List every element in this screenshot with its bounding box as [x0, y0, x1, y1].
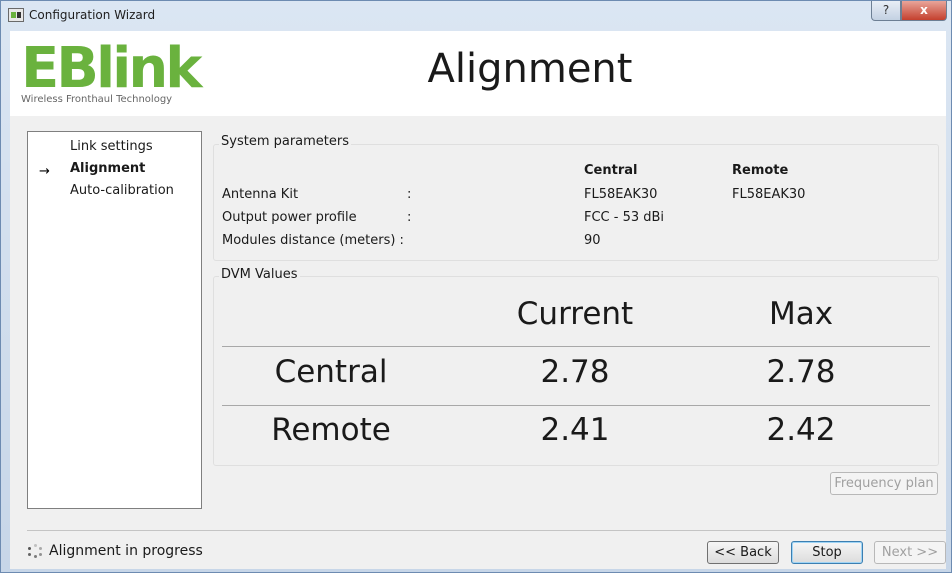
param-remote-value: FL58EAK30	[732, 187, 806, 202]
param-label: Modules distance (meters) :	[222, 233, 404, 248]
col-remote-header: Remote	[732, 163, 789, 178]
param-central-value: FL58EAK30	[584, 187, 658, 202]
help-button[interactable]: ?	[871, 1, 901, 21]
dvm-row-label: Central	[274, 354, 388, 390]
system-parameters-title: System parameters	[219, 134, 352, 149]
param-label: Output power profile	[222, 210, 357, 225]
dvm-row-label: Remote	[271, 412, 391, 448]
dvm-max-value: 2.42	[766, 412, 836, 448]
param-central-value: FCC - 53 dBi	[584, 210, 665, 225]
footer-divider	[27, 530, 946, 531]
back-button[interactable]: << Back	[707, 541, 779, 564]
dvm-current-value: 2.78	[540, 354, 610, 390]
status-text: Alignment in progress	[49, 543, 203, 559]
current-step-arrow-icon: →	[39, 164, 50, 179]
dvm-col-max-header: Max	[768, 296, 834, 332]
configuration-wizard-window: Configuration Wizard ? x EBlink Wireless…	[0, 0, 952, 573]
eblink-logo: EBlink Wireless Fronthaul Technology	[21, 36, 202, 112]
wizard-steps-list: → Link settings Alignment Auto-calibrati…	[27, 131, 202, 509]
param-label: Antenna Kit	[222, 187, 299, 202]
param-central-value: 90	[584, 233, 601, 248]
dvm-max-value: 2.78	[766, 354, 836, 390]
app-icon	[8, 8, 24, 22]
title-bar: Configuration Wizard ? x	[1, 1, 951, 31]
dvm-divider	[222, 405, 930, 406]
logo-tagline: Wireless Fronthaul Technology	[21, 94, 173, 105]
dvm-values-title: DVM Values	[219, 267, 300, 282]
window-title: Configuration Wizard	[29, 8, 156, 22]
page-title: Alignment	[427, 46, 633, 92]
step-link-settings: Link settings	[70, 139, 153, 154]
stop-button[interactable]: Stop	[791, 541, 863, 564]
step-auto-calibration: Auto-calibration	[70, 183, 174, 198]
dvm-current-value: 2.41	[540, 412, 610, 448]
header-banner: EBlink Wireless Fronthaul Technology Ali…	[10, 31, 946, 116]
param-colon: :	[407, 187, 412, 202]
dvm-col-current-header: Current	[516, 296, 634, 332]
col-central-header: Central	[584, 163, 638, 178]
close-button[interactable]: x	[901, 1, 947, 21]
frequency-plan-button[interactable]: Frequency plan	[830, 472, 938, 495]
progress-spinner-icon	[27, 544, 43, 558]
logo-text: EBlink	[21, 36, 202, 101]
dvm-divider	[222, 346, 930, 347]
step-alignment: Alignment	[70, 161, 146, 176]
next-button[interactable]: Next >>	[874, 541, 946, 564]
param-colon: :	[407, 210, 412, 225]
wizard-client-area: EBlink Wireless Fronthaul Technology Ali…	[10, 31, 946, 569]
